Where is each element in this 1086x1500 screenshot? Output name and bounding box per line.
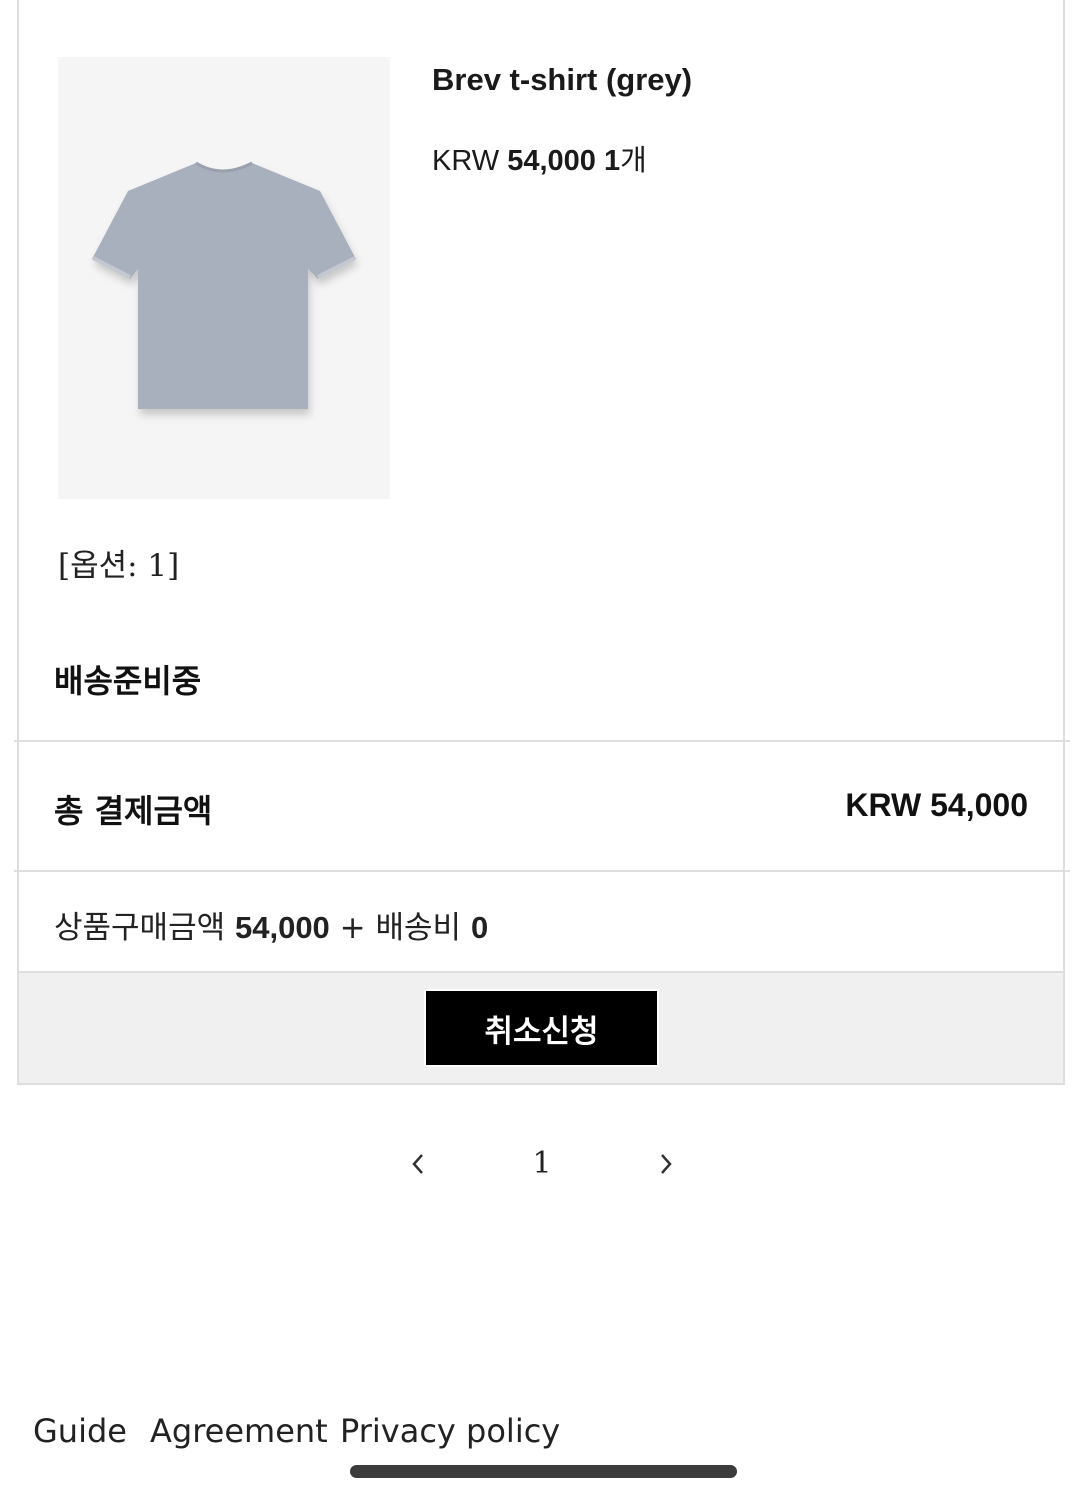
cancel-request-button[interactable]: 취소신청 [424,989,659,1067]
product-option: [옵션: 1] [58,548,180,584]
footer-link-agreement[interactable]: Agreement [150,1412,328,1450]
divider [14,740,1070,742]
product-quantity: 1 [603,145,621,177]
pagination-current-page[interactable]: 1 [522,1146,562,1181]
total-payment-value: KRW 54,000 [845,787,1028,823]
product-image[interactable] [58,57,390,499]
product-price: 54,000 [507,145,596,177]
order-status: 배송준비중 [54,662,202,700]
chevron-right-icon[interactable] [651,1146,681,1182]
goods-amount: 54,000 [234,910,330,945]
divider [14,870,1070,872]
quantity-unit: 개 [620,145,647,177]
chevron-left-icon[interactable] [403,1146,433,1182]
product-name[interactable]: Brev t-shirt (grey) [432,62,692,98]
payment-breakdown: 상품구매금액 54,000 + 배송비 0 [54,902,488,947]
price-currency: KRW [432,145,500,177]
total-payment-label: 총 결제금액 [54,792,213,830]
shipping-fee-label: 배송비 [375,910,462,946]
grey-tshirt-image [92,161,356,409]
footer-link-guide[interactable]: Guide [33,1412,127,1450]
goods-amount-label: 상품구매금액 [54,910,226,946]
footer-link-privacy-policy[interactable]: Privacy policy [340,1412,560,1450]
product-price-line: KRW 54,000 1개 [432,137,647,179]
plus-sign: + [339,910,366,946]
shipping-fee-amount: 0 [470,910,489,945]
home-indicator[interactable] [350,1465,737,1478]
